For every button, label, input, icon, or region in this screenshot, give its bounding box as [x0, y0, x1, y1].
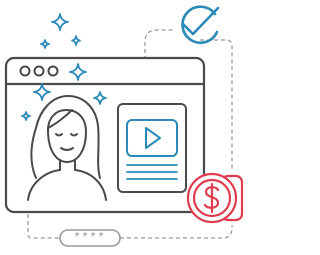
video-card	[117, 103, 187, 193]
password-rating-text: ****	[73, 231, 107, 242]
check-badge-icon	[181, 5, 220, 45]
illustration	[4, 5, 244, 247]
dollar-coin-icon	[186, 172, 244, 224]
